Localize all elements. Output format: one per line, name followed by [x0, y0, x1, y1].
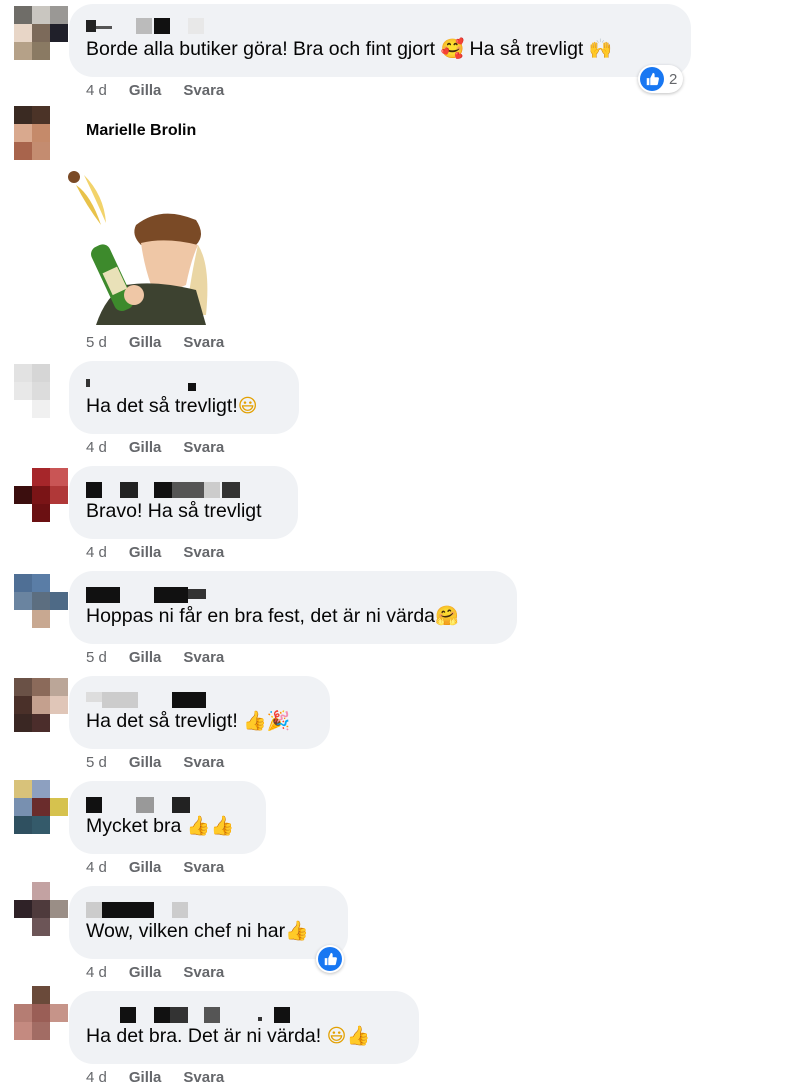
- comment-actions: 4 d Gilla Svara: [86, 964, 224, 981]
- timestamp[interactable]: 4 d: [86, 544, 107, 561]
- reply-button[interactable]: Svara: [183, 649, 224, 666]
- like-button[interactable]: Gilla: [129, 334, 162, 351]
- comment-actions: 5 d Gilla Svara: [86, 754, 224, 771]
- reply-button[interactable]: Svara: [183, 439, 224, 456]
- reply-button[interactable]: Svara: [183, 859, 224, 876]
- comment-actions: 5 d Gilla Svara: [86, 334, 224, 351]
- timestamp[interactable]: 4 d: [86, 964, 107, 981]
- comment-text: Mycket bra 👍👍: [86, 815, 235, 837]
- avatar[interactable]: [14, 678, 68, 732]
- comment-bubble: Ha det så trevligt! 👍🎉: [69, 676, 330, 749]
- comment-actions: 4 d Gilla Svara: [86, 439, 224, 456]
- timestamp[interactable]: 4 d: [86, 1069, 107, 1086]
- avatar[interactable]: [14, 986, 68, 1040]
- reaction-count: 2: [669, 70, 678, 88]
- reply-button[interactable]: Svara: [183, 544, 224, 561]
- thumbs-up-emoji: 👍: [285, 920, 309, 942]
- like-button[interactable]: Gilla: [129, 649, 162, 666]
- avatar[interactable]: [14, 106, 68, 160]
- redacted-author-name: [86, 793, 248, 813]
- redacted-author-name: [86, 583, 499, 603]
- thumbs-up-emoji: 👍: [186, 815, 211, 837]
- timestamp[interactable]: 4 d: [86, 859, 107, 876]
- avatar[interactable]: [14, 574, 68, 628]
- comment-actions: 4 d Gilla Svara: [86, 859, 224, 876]
- like-button[interactable]: Gilla: [129, 964, 162, 981]
- comment-bubble: Wow, vilken chef ni har👍: [69, 886, 348, 959]
- comment-text: Ha det så trevligt! 👍🎉: [86, 710, 291, 732]
- raised-hands-emoji: 🙌: [588, 38, 613, 60]
- author-name[interactable]: Marielle Brolin: [86, 122, 196, 140]
- comment-bubble: Borde alla butiker göra! Bra och fint gj…: [69, 4, 691, 77]
- comment-bubble: Ha det bra. Det är ni värda! 😃👍: [69, 991, 419, 1064]
- timestamp[interactable]: 4 d: [86, 439, 107, 456]
- party-popper-emoji: 🎉: [266, 710, 291, 732]
- redacted-author-name: [86, 898, 330, 918]
- avatar[interactable]: [14, 6, 68, 60]
- reply-button[interactable]: Svara: [183, 82, 224, 99]
- reaction-badge[interactable]: [316, 945, 344, 973]
- thumbs-up-emoji: 👍: [243, 710, 267, 732]
- comment-text: Borde alla butiker göra! Bra och fint gj…: [86, 38, 613, 60]
- redacted-author-name: [86, 478, 280, 498]
- hugging-face-emoji: 🤗: [435, 605, 459, 627]
- avatar[interactable]: [14, 780, 68, 834]
- thumbs-up-emoji: 👍: [346, 1025, 371, 1047]
- reaction-count-badge[interactable]: 2: [638, 65, 684, 93]
- comment-bubble: Bravo! Ha så trevligt: [69, 466, 298, 539]
- grinning-emoji: 😃: [237, 395, 258, 417]
- timestamp[interactable]: 4 d: [86, 82, 107, 99]
- redacted-author-name: [86, 16, 673, 36]
- comment-actions: 4 d Gilla Svara: [86, 1069, 224, 1086]
- like-button[interactable]: Gilla: [129, 544, 162, 561]
- grinning-emoji: 😃: [326, 1025, 347, 1047]
- like-button[interactable]: Gilla: [129, 439, 162, 456]
- like-reaction-icon: [318, 947, 342, 971]
- avatar[interactable]: [14, 468, 68, 522]
- reply-button[interactable]: Svara: [183, 964, 224, 981]
- comment-text: Wow, vilken chef ni har👍: [86, 920, 309, 942]
- thumbs-up-emoji: 👍: [210, 815, 235, 837]
- redacted-author-name: [86, 688, 312, 708]
- comment-actions: 4 d Gilla Svara: [86, 544, 224, 561]
- comment-text: Bravo! Ha så trevligt: [86, 500, 262, 522]
- redacted-author-name: [86, 373, 281, 393]
- like-button[interactable]: Gilla: [129, 859, 162, 876]
- like-button[interactable]: Gilla: [129, 754, 162, 771]
- reply-button[interactable]: Svara: [183, 754, 224, 771]
- comment-text: Hoppas ni får en bra fest, det är ni vär…: [86, 605, 459, 627]
- comment-bubble: Mycket bra 👍👍: [69, 781, 266, 854]
- redacted-author-name: [86, 1003, 401, 1023]
- comment-actions: 5 d Gilla Svara: [86, 649, 224, 666]
- like-button[interactable]: Gilla: [129, 1069, 162, 1086]
- timestamp[interactable]: 5 d: [86, 649, 107, 666]
- like-reaction-icon: [640, 67, 664, 91]
- comment-text: Ha det så trevligt!😃: [86, 395, 258, 417]
- comment-bubble: Ha det så trevligt!😃: [69, 361, 299, 434]
- avatar[interactable]: [14, 882, 68, 936]
- comment-bubble: Hoppas ni får en bra fest, det är ni vär…: [69, 571, 517, 644]
- comment-actions: 4 d Gilla Svara: [86, 82, 224, 99]
- like-button[interactable]: Gilla: [129, 82, 162, 99]
- reply-button[interactable]: Svara: [183, 334, 224, 351]
- timestamp[interactable]: 5 d: [86, 334, 107, 351]
- champagne-celebration-sticker[interactable]: [66, 165, 216, 330]
- avatar[interactable]: [14, 364, 68, 418]
- timestamp[interactable]: 5 d: [86, 754, 107, 771]
- reply-button[interactable]: Svara: [183, 1069, 224, 1086]
- comment-text: Ha det bra. Det är ni värda! 😃👍: [86, 1025, 371, 1047]
- smiling-hearts-emoji: 🥰: [440, 38, 465, 60]
